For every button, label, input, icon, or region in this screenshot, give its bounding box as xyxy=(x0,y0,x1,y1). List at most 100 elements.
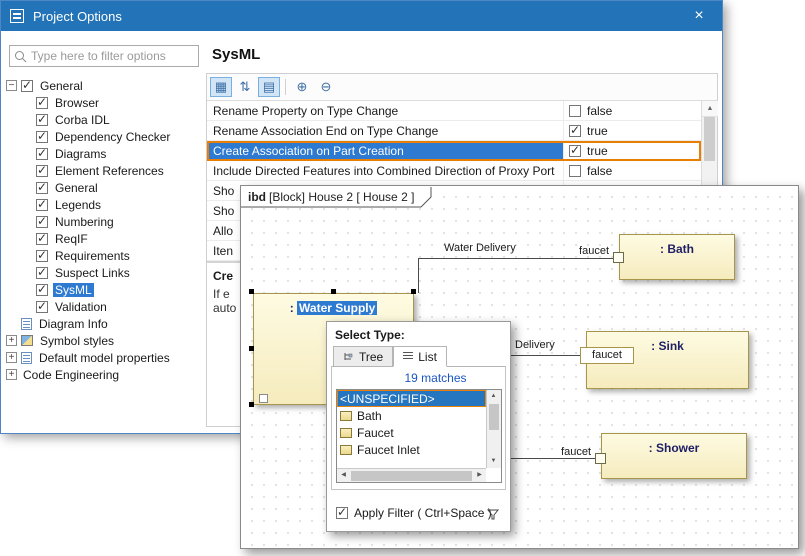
sidebar-item-diagrams[interactable]: Diagrams xyxy=(36,145,202,162)
sort-alphabetically-button[interactable]: ⇅ xyxy=(234,77,256,97)
checkbox-icon[interactable] xyxy=(21,80,33,92)
checkbox-icon[interactable] xyxy=(569,105,581,117)
part-label-prefix: : xyxy=(290,301,294,315)
sidebar-item-diagram-info[interactable]: Diagram Info xyxy=(6,315,202,332)
sidebar-item-corba-idl[interactable]: Corba IDL xyxy=(36,111,202,128)
scroll-right-icon[interactable]: ▶ xyxy=(473,469,486,482)
part-name-edit-field[interactable]: Water Supply xyxy=(297,301,377,315)
sidebar-item-sysml[interactable]: SysML xyxy=(36,281,202,298)
selection-handle[interactable] xyxy=(249,402,254,407)
symbol-styles-icon xyxy=(21,335,33,346)
option-row-selected[interactable]: Create Association on Part Creation true xyxy=(207,141,701,161)
apply-filter-checkbox[interactable]: Apply Filter ( Ctrl+Space ) xyxy=(336,506,492,520)
water-delivery-connector[interactable] xyxy=(418,258,419,293)
checkbox-icon[interactable] xyxy=(569,165,581,177)
close-icon[interactable]: × xyxy=(676,1,722,31)
faucet-port[interactable]: faucet xyxy=(580,347,634,364)
sidebar-item-requirements[interactable]: Requirements xyxy=(36,247,202,264)
faucet-port[interactable] xyxy=(595,453,606,464)
option-value: false xyxy=(587,104,612,118)
sidebar-item-symbol-styles[interactable]: +Symbol styles xyxy=(6,332,202,349)
tab-list[interactable]: List xyxy=(393,346,447,367)
checkbox-icon[interactable] xyxy=(569,145,581,157)
checkbox-icon[interactable] xyxy=(36,97,48,109)
sidebar-item-legends[interactable]: Legends xyxy=(36,196,202,213)
compartment-icon[interactable] xyxy=(259,394,268,403)
expand-icon[interactable]: + xyxy=(6,369,17,380)
checkbox-icon[interactable] xyxy=(36,199,48,211)
type-list[interactable]: <UNSPECIFIED> Bath Faucet Faucet Inlet ▲… xyxy=(336,389,502,483)
checkbox-icon[interactable] xyxy=(36,148,48,160)
block-icon xyxy=(340,445,352,455)
sidebar-item-validation[interactable]: Validation xyxy=(36,298,202,315)
list-item-unspecified[interactable]: <UNSPECIFIED> xyxy=(337,390,486,407)
checkbox-icon[interactable] xyxy=(36,165,48,177)
expand-icon[interactable]: + xyxy=(6,352,17,363)
scrollbar-thumb[interactable] xyxy=(351,471,472,481)
block-icon xyxy=(340,411,352,421)
sidebar-item-numbering[interactable]: Numbering xyxy=(36,213,202,230)
title-bar[interactable]: Project Options × xyxy=(1,1,722,31)
list-item-faucet-inlet[interactable]: Faucet Inlet xyxy=(337,441,486,458)
show-description-button[interactable]: ▤ xyxy=(258,77,280,97)
shower-part[interactable]: : Shower xyxy=(601,433,747,479)
sidebar-item-default-model-properties[interactable]: +Default model properties xyxy=(6,349,202,366)
expand-all-button[interactable]: ⊕ xyxy=(291,77,313,97)
checkbox-icon[interactable] xyxy=(36,182,48,194)
list-horizontal-scrollbar[interactable]: ◀ ▶ xyxy=(337,468,486,482)
scroll-down-icon[interactable]: ▼ xyxy=(487,455,500,468)
selection-handle[interactable] xyxy=(249,346,254,351)
sidebar-item-suspect-links[interactable]: Suspect Links xyxy=(36,264,202,281)
bath-part[interactable]: : Bath xyxy=(619,234,735,280)
scrollbar-thumb[interactable] xyxy=(704,117,715,161)
scroll-left-icon[interactable]: ◀ xyxy=(337,469,350,482)
checkbox-icon[interactable] xyxy=(36,114,48,126)
option-row[interactable]: Rename Association End on Type Change tr… xyxy=(207,121,701,141)
select-type-dialog[interactable]: Select Type: Tree List 19 matches <UNSPE… xyxy=(326,321,511,532)
expand-icon[interactable]: + xyxy=(6,335,17,346)
collapse-icon[interactable]: − xyxy=(6,80,17,91)
shower-connector[interactable] xyxy=(509,458,596,459)
sink-connector[interactable] xyxy=(509,355,581,356)
list-vertical-scrollbar[interactable]: ▲ ▼ xyxy=(486,390,501,468)
checkbox-icon[interactable] xyxy=(36,250,48,262)
sidebar-item-dependency-checker[interactable]: Dependency Checker xyxy=(36,128,202,145)
checkbox-icon[interactable] xyxy=(336,507,348,519)
faucet-port[interactable] xyxy=(613,252,624,263)
sidebar-item-reqif[interactable]: ReqIF xyxy=(36,230,202,247)
selection-handle[interactable] xyxy=(249,289,254,294)
list-item-faucet[interactable]: Faucet xyxy=(337,424,486,441)
sidebar-item-element-references[interactable]: Element References xyxy=(36,162,202,179)
filter-options-box[interactable] xyxy=(9,45,199,67)
water-delivery-connector[interactable] xyxy=(418,258,614,259)
filter-icon[interactable] xyxy=(487,508,500,521)
checkbox-icon[interactable] xyxy=(569,125,581,137)
diagram-canvas[interactable]: ibd[Block] House 2 [ House 2 ] Water Del… xyxy=(241,186,798,548)
option-row[interactable]: Rename Property on Type Change false xyxy=(207,101,701,121)
sidebar-item-general-sub[interactable]: General xyxy=(36,179,202,196)
search-input[interactable] xyxy=(31,49,181,63)
dialog-title: Select Type: xyxy=(327,322,510,346)
collapse-all-button[interactable]: ⊖ xyxy=(315,77,337,97)
tab-tree[interactable]: Tree xyxy=(333,346,393,367)
checkbox-icon[interactable] xyxy=(36,131,48,143)
checkbox-icon[interactable] xyxy=(36,216,48,228)
selection-handle[interactable] xyxy=(411,289,416,294)
sidebar-item-browser[interactable]: Browser xyxy=(36,94,202,111)
checkbox-icon[interactable] xyxy=(36,233,48,245)
checkbox-icon[interactable] xyxy=(36,301,48,313)
checkbox-icon[interactable] xyxy=(36,284,48,296)
diagram-info-icon xyxy=(21,318,32,330)
sidebar-item-general[interactable]: −General xyxy=(6,77,202,94)
checkbox-icon[interactable] xyxy=(36,267,48,279)
scrollbar-thumb[interactable] xyxy=(489,404,499,430)
list-item-bath[interactable]: Bath xyxy=(337,407,486,424)
option-row[interactable]: Include Directed Features into Combined … xyxy=(207,161,701,181)
categorized-view-button[interactable]: ▦ xyxy=(210,77,232,97)
selection-handle[interactable] xyxy=(331,289,336,294)
scroll-up-icon[interactable]: ▲ xyxy=(487,390,500,403)
scroll-up-icon[interactable]: ▲ xyxy=(702,101,718,117)
option-value: true xyxy=(587,144,608,158)
ibd-diagram-window[interactable]: ibd[Block] House 2 [ House 2 ] Water Del… xyxy=(240,185,799,549)
sidebar-item-code-engineering[interactable]: +Code Engineering xyxy=(6,366,202,383)
